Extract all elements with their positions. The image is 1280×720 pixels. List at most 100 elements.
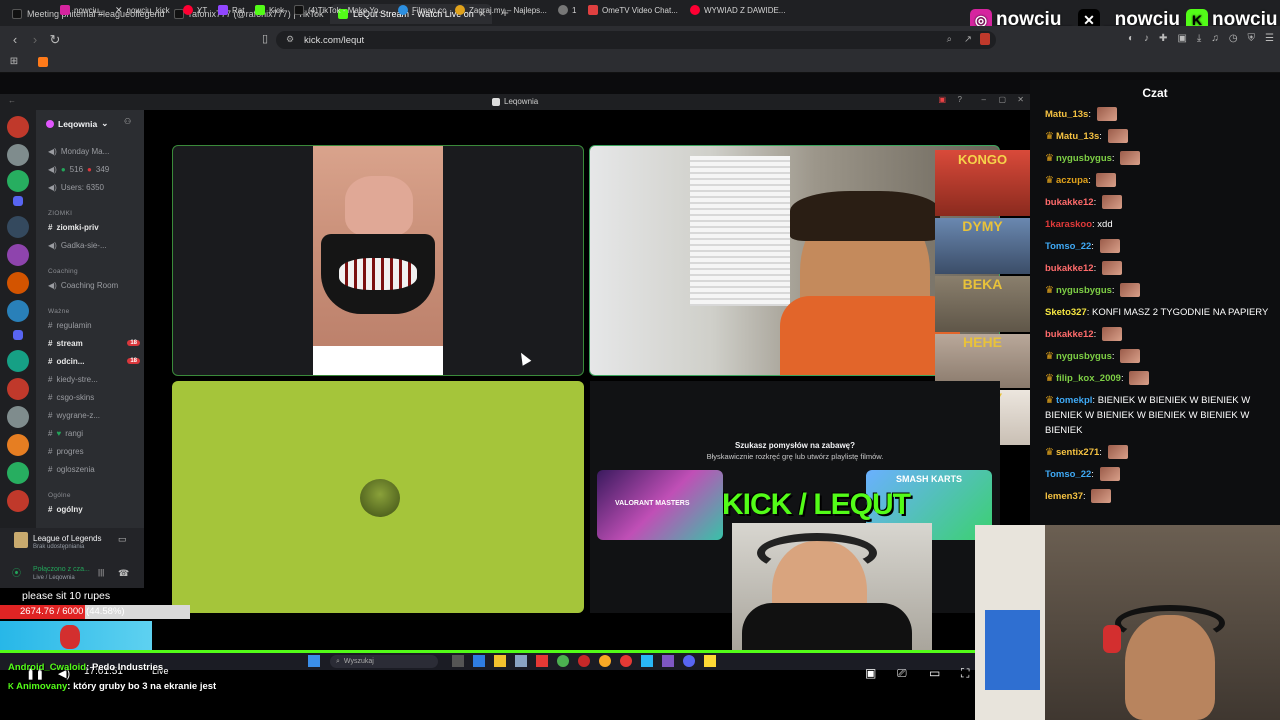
bookmark-item[interactable]: nowciu_ xyxy=(60,3,103,17)
bookmark-item[interactable]: Rat xyxy=(218,3,244,17)
share-icon[interactable]: ↗ xyxy=(964,34,972,45)
channel-item[interactable]: # ogólny xyxy=(48,502,83,516)
category-coaching[interactable]: Coaching xyxy=(48,264,78,278)
disconnect-icon[interactable]: ☎ xyxy=(118,568,129,579)
server-icon[interactable] xyxy=(7,490,29,512)
app-icon[interactable] xyxy=(473,655,485,667)
participant-tile[interactable] xyxy=(172,145,584,376)
channel-item[interactable]: # stream 18 xyxy=(48,336,140,350)
noise-icon[interactable]: ||| xyxy=(98,568,104,577)
chat-username[interactable]: Tomso_22 xyxy=(1045,241,1091,252)
chat-username[interactable]: sentix271 xyxy=(1056,447,1099,458)
bookmark-item[interactable]: 1 xyxy=(558,3,576,17)
music-icon[interactable]: ♫ xyxy=(1211,33,1219,44)
server-icon[interactable] xyxy=(7,170,29,192)
back-icon[interactable]: ← xyxy=(8,96,16,105)
channel-item[interactable]: # ziomki-priv xyxy=(48,220,99,234)
channel-item[interactable]: ◀) Coaching Room xyxy=(48,278,118,292)
channel-item[interactable]: # wygrane-z... xyxy=(48,408,100,422)
chat-username[interactable]: bukakke12 xyxy=(1045,329,1094,340)
help-icon[interactable]: ? xyxy=(958,95,962,104)
channel-item[interactable]: # ♥ rangi xyxy=(48,426,83,440)
server-icon[interactable] xyxy=(13,196,23,206)
back-icon[interactable]: ‹ xyxy=(8,32,22,47)
server-icon[interactable] xyxy=(7,462,29,484)
windows-start-icon[interactable] xyxy=(308,655,320,667)
category-ziomki[interactable]: ZIOMKI xyxy=(48,206,72,220)
channel-item[interactable]: # csgo-skins xyxy=(48,390,94,404)
download-icon[interactable]: ⤓ xyxy=(1197,33,1201,44)
chat-username[interactable]: tomekpl xyxy=(1056,395,1092,406)
server-icon[interactable] xyxy=(7,300,29,322)
stat-channel[interactable]: ◀) Users: 6350 xyxy=(48,180,104,194)
inbox-icon[interactable]: ▣ xyxy=(938,95,946,104)
chrome-icon[interactable] xyxy=(557,655,569,667)
close-icon[interactable]: ✕ xyxy=(1017,95,1024,104)
screenshot-icon[interactable]: ▣ xyxy=(1177,33,1186,44)
app-icon[interactable] xyxy=(536,655,548,667)
channel-item[interactable]: # kiedy-stre... xyxy=(48,372,98,386)
server-icon[interactable] xyxy=(7,378,29,400)
chat-username[interactable]: bukakke12 xyxy=(1045,197,1094,208)
bookmark-item[interactable]: WYWIAD Z DAWIDE... xyxy=(690,3,785,17)
chat-username[interactable]: nygusbygus xyxy=(1056,153,1112,164)
server-icon[interactable] xyxy=(7,406,29,428)
chat-username[interactable]: Matu_13s xyxy=(1045,109,1088,120)
server-icon[interactable] xyxy=(7,244,29,266)
apps-icon[interactable]: ⊞ xyxy=(8,56,20,67)
theater-icon[interactable]: ▭ xyxy=(929,666,940,680)
server-icon[interactable] xyxy=(7,216,29,238)
stat-channel[interactable]: ◀) Monday Ma... xyxy=(48,144,109,158)
history-icon[interactable]: ◷ xyxy=(1229,33,1238,44)
channel-item[interactable]: # progres xyxy=(48,444,84,458)
app-icon[interactable] xyxy=(704,655,716,667)
stream-icon[interactable]: ▭ xyxy=(118,534,127,545)
explorer-icon[interactable] xyxy=(494,655,506,667)
address-bar[interactable]: ⚙ kick.com/lequt ⌕ ↗ xyxy=(276,31,996,49)
extension-icon[interactable]: ◐ xyxy=(1128,33,1134,44)
pip-icon[interactable]: ▣ xyxy=(865,666,876,680)
chat-username[interactable]: Tomso_22 xyxy=(1045,469,1091,480)
channel-item[interactable]: # odcin... 18 xyxy=(48,354,140,368)
bookmark-item[interactable]: OmeTV Video Chat... xyxy=(588,3,678,17)
app-icon[interactable] xyxy=(599,655,611,667)
bookmark-icon[interactable]: ▯ xyxy=(258,32,272,45)
server-header[interactable]: Leqownia ⌄ xyxy=(46,118,108,129)
bookmark-item[interactable]: YT xyxy=(183,3,207,17)
server-icon[interactable] xyxy=(7,272,29,294)
server-icon[interactable] xyxy=(7,434,29,456)
menu-icon[interactable]: ☰ xyxy=(1265,33,1274,44)
chat-username[interactable]: filip_kox_2009 xyxy=(1056,373,1121,384)
server-icon[interactable] xyxy=(7,144,29,166)
app-icon[interactable] xyxy=(662,655,674,667)
participant-tile[interactable] xyxy=(172,381,584,613)
bookmark-item[interactable]: (4)TikTok - Make Yo... xyxy=(294,3,385,17)
maximize-icon[interactable]: ▢ xyxy=(998,95,1006,104)
bookmark-item[interactable]: ✕ nowciu_kick xyxy=(115,3,170,17)
app-icon[interactable] xyxy=(578,655,590,667)
chat-username[interactable]: 1karaskoo xyxy=(1045,219,1092,230)
chat-username[interactable]: aczupa xyxy=(1056,175,1088,186)
app-icon[interactable] xyxy=(620,655,632,667)
bookmark-item[interactable]: Zagraj.my – Najleps... xyxy=(455,3,547,17)
chat-username[interactable]: nygusbygus xyxy=(1056,285,1112,296)
clip-icon[interactable]: ⎚ xyxy=(897,666,907,681)
minimize-icon[interactable]: – xyxy=(982,95,986,104)
chat-username[interactable]: lemen37 xyxy=(1045,491,1083,502)
puzzle-icon[interactable]: ✚ xyxy=(1159,33,1167,44)
bookmark-item[interactable]: Filman.cc xyxy=(398,3,446,17)
channel-item[interactable]: ◀) Gadka-sie-... xyxy=(48,238,107,252)
task-view-icon[interactable] xyxy=(452,655,464,667)
bookmark-item[interactable]: Kick xyxy=(255,3,284,17)
reload-icon[interactable]: ↻ xyxy=(48,32,62,48)
fullscreen-icon[interactable]: ⛶ xyxy=(961,666,969,681)
audio-icon[interactable]: ♪ xyxy=(1144,33,1149,44)
app-icon[interactable] xyxy=(641,655,653,667)
store-icon[interactable] xyxy=(515,655,527,667)
discord-icon[interactable] xyxy=(683,655,695,667)
stat-channel[interactable]: ◀) ● 516 ● 349 xyxy=(48,162,109,176)
taskbar-search[interactable]: ⌕ Wyszukaj xyxy=(330,655,438,668)
chat-username[interactable]: Sketo327 xyxy=(1045,307,1087,318)
channel-item[interactable]: # regulamin xyxy=(48,318,92,332)
zoom-icon[interactable]: ⌕ xyxy=(947,34,952,45)
